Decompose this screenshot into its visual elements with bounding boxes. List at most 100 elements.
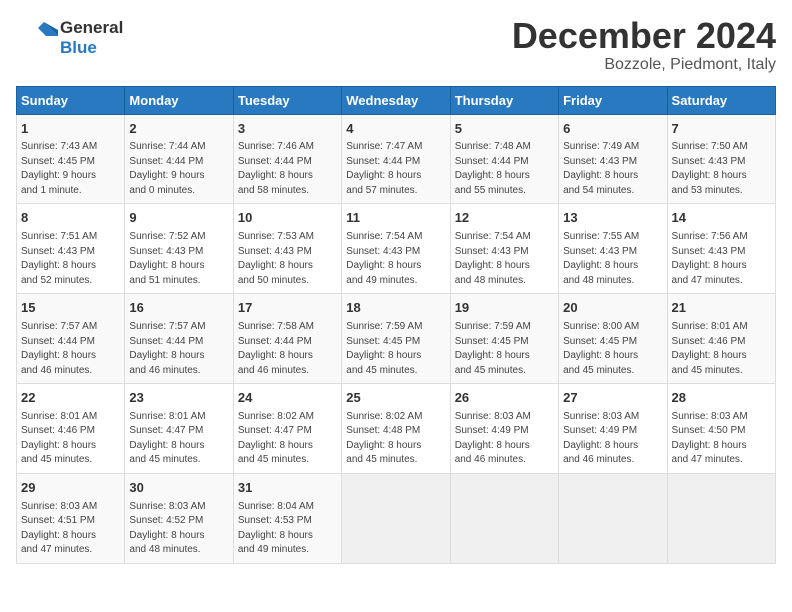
calendar-cell: 14 Sunrise: 7:56 AM Sunset: 4:43 PM Dayli… <box>667 204 775 294</box>
logo-blue: Blue <box>60 38 123 58</box>
calendar-week-row: 15 Sunrise: 7:57 AM Sunset: 4:44 PM Dayli… <box>17 294 776 384</box>
weekday-header: Monday <box>125 86 233 114</box>
logo-text-block: General Blue <box>60 18 123 57</box>
calendar-week-row: 29 Sunrise: 8:03 AM Sunset: 4:51 PM Dayli… <box>17 473 776 563</box>
calendar-cell: 3Sunrise: 7:46 AM Sunset: 4:44 PM Daylig… <box>233 114 341 204</box>
calendar-cell: 28Sunrise: 8:03 AM Sunset: 4:50 PM Dayli… <box>667 384 775 474</box>
day-info: Sunrise: 8:03 AM Sunset: 4:52 PM Dayligh… <box>129 500 228 558</box>
calendar-cell: 20 Sunrise: 8:00 AM Sunset: 4:45 PM Dayli… <box>559 294 667 384</box>
day-info: Sunrise: 7:55 AM Sunset: 4:43 PM Dayligh… <box>563 230 662 288</box>
day-number: 1 <box>21 120 120 139</box>
calendar-cell <box>342 473 450 563</box>
calendar-cell: 2Sunrise: 7:44 AM Sunset: 4:44 PM Daylig… <box>125 114 233 204</box>
day-number: 5 <box>455 120 554 139</box>
calendar-cell: 9 Sunrise: 7:52 AM Sunset: 4:43 PM Daylig… <box>125 204 233 294</box>
calendar-cell: 29 Sunrise: 8:03 AM Sunset: 4:51 PM Dayli… <box>17 473 125 563</box>
calendar-cell: 18 Sunrise: 7:59 AM Sunset: 4:45 PM Dayli… <box>342 294 450 384</box>
logo-bird-icon <box>16 16 60 60</box>
title-block: December 2024 Bozzole, Piedmont, Italy <box>512 16 776 74</box>
weekday-header: Sunday <box>17 86 125 114</box>
calendar-cell: 4Sunrise: 7:47 AM Sunset: 4:44 PM Daylig… <box>342 114 450 204</box>
calendar-cell: 6Sunrise: 7:49 AM Sunset: 4:43 PM Daylig… <box>559 114 667 204</box>
day-info: Sunrise: 7:57 AM Sunset: 4:44 PM Dayligh… <box>21 320 120 378</box>
calendar-table: SundayMondayTuesdayWednesdayThursdayFrid… <box>16 86 776 564</box>
location-subtitle: Bozzole, Piedmont, Italy <box>512 56 776 74</box>
calendar-cell: 16 Sunrise: 7:57 AM Sunset: 4:44 PM Dayli… <box>125 294 233 384</box>
day-info: Sunrise: 8:03 AM Sunset: 4:49 PM Dayligh… <box>563 410 662 468</box>
logo-container <box>16 16 60 60</box>
day-info: Sunrise: 7:56 AM Sunset: 4:43 PM Dayligh… <box>672 230 771 288</box>
day-info: Sunrise: 7:57 AM Sunset: 4:44 PM Dayligh… <box>129 320 228 378</box>
day-info: Sunrise: 8:01 AM Sunset: 4:47 PM Dayligh… <box>129 410 228 468</box>
day-number: 29 <box>21 479 120 498</box>
calendar-cell: 7Sunrise: 7:50 AM Sunset: 4:43 PM Daylig… <box>667 114 775 204</box>
day-number: 9 <box>129 209 228 228</box>
day-number: 15 <box>21 299 120 318</box>
calendar-cell: 17Sunrise: 7:58 AM Sunset: 4:44 PM Dayli… <box>233 294 341 384</box>
day-number: 26 <box>455 389 554 408</box>
day-number: 24 <box>238 389 337 408</box>
calendar-week-row: 22 Sunrise: 8:01 AM Sunset: 4:46 PM Dayli… <box>17 384 776 474</box>
day-info: Sunrise: 7:51 AM Sunset: 4:43 PM Dayligh… <box>21 230 120 288</box>
day-number: 16 <box>129 299 228 318</box>
day-info: Sunrise: 7:53 AM Sunset: 4:43 PM Dayligh… <box>238 230 337 288</box>
calendar-week-row: 8 Sunrise: 7:51 AM Sunset: 4:43 PM Daylig… <box>17 204 776 294</box>
calendar-cell: 10 Sunrise: 7:53 AM Sunset: 4:43 PM Dayli… <box>233 204 341 294</box>
weekday-header: Wednesday <box>342 86 450 114</box>
day-info: Sunrise: 8:03 AM Sunset: 4:49 PM Dayligh… <box>455 410 554 468</box>
day-number: 18 <box>346 299 445 318</box>
weekday-header: Tuesday <box>233 86 341 114</box>
day-info: Sunrise: 7:47 AM Sunset: 4:44 PM Dayligh… <box>346 140 445 198</box>
day-number: 14 <box>672 209 771 228</box>
day-info: Sunrise: 7:59 AM Sunset: 4:45 PM Dayligh… <box>346 320 445 378</box>
day-number: 4 <box>346 120 445 139</box>
calendar-cell <box>559 473 667 563</box>
calendar-cell: 22 Sunrise: 8:01 AM Sunset: 4:46 PM Dayli… <box>17 384 125 474</box>
day-info: Sunrise: 8:00 AM Sunset: 4:45 PM Dayligh… <box>563 320 662 378</box>
calendar-cell: 31 Sunrise: 8:04 AM Sunset: 4:53 PM Dayli… <box>233 473 341 563</box>
day-number: 30 <box>129 479 228 498</box>
day-number: 22 <box>21 389 120 408</box>
logo-general: General <box>60 18 123 38</box>
calendar-week-row: 1Sunrise: 7:43 AM Sunset: 4:45 PM Daylig… <box>17 114 776 204</box>
calendar-cell: 26 Sunrise: 8:03 AM Sunset: 4:49 PM Dayli… <box>450 384 558 474</box>
calendar-cell: 23 Sunrise: 8:01 AM Sunset: 4:47 PM Dayli… <box>125 384 233 474</box>
day-number: 31 <box>238 479 337 498</box>
day-number: 23 <box>129 389 228 408</box>
calendar-cell: 30 Sunrise: 8:03 AM Sunset: 4:52 PM Dayli… <box>125 473 233 563</box>
day-number: 10 <box>238 209 337 228</box>
day-info: Sunrise: 8:04 AM Sunset: 4:53 PM Dayligh… <box>238 500 337 558</box>
day-info: Sunrise: 8:01 AM Sunset: 4:46 PM Dayligh… <box>21 410 120 468</box>
logo: General Blue <box>16 16 123 60</box>
calendar-cell: 5Sunrise: 7:48 AM Sunset: 4:44 PM Daylig… <box>450 114 558 204</box>
day-info: Sunrise: 7:52 AM Sunset: 4:43 PM Dayligh… <box>129 230 228 288</box>
day-info: Sunrise: 7:46 AM Sunset: 4:44 PM Dayligh… <box>238 140 337 198</box>
day-number: 8 <box>21 209 120 228</box>
calendar-cell <box>450 473 558 563</box>
day-info: Sunrise: 7:44 AM Sunset: 4:44 PM Dayligh… <box>129 140 228 198</box>
day-number: 19 <box>455 299 554 318</box>
day-info: Sunrise: 8:03 AM Sunset: 4:51 PM Dayligh… <box>21 500 120 558</box>
day-info: Sunrise: 7:54 AM Sunset: 4:43 PM Dayligh… <box>455 230 554 288</box>
day-number: 27 <box>563 389 662 408</box>
month-title: December 2024 <box>512 16 776 56</box>
day-number: 20 <box>563 299 662 318</box>
day-info: Sunrise: 8:03 AM Sunset: 4:50 PM Dayligh… <box>672 410 771 468</box>
day-number: 3 <box>238 120 337 139</box>
calendar-cell: 15 Sunrise: 7:57 AM Sunset: 4:44 PM Dayli… <box>17 294 125 384</box>
day-number: 13 <box>563 209 662 228</box>
page-header: General Blue December 2024 Bozzole, Pied… <box>16 16 776 74</box>
calendar-cell: 24Sunrise: 8:02 AM Sunset: 4:47 PM Dayli… <box>233 384 341 474</box>
calendar-cell: 1Sunrise: 7:43 AM Sunset: 4:45 PM Daylig… <box>17 114 125 204</box>
day-number: 11 <box>346 209 445 228</box>
day-info: Sunrise: 7:50 AM Sunset: 4:43 PM Dayligh… <box>672 140 771 198</box>
day-number: 12 <box>455 209 554 228</box>
day-number: 7 <box>672 120 771 139</box>
weekday-header: Friday <box>559 86 667 114</box>
day-number: 21 <box>672 299 771 318</box>
calendar-cell: 27 Sunrise: 8:03 AM Sunset: 4:49 PM Dayli… <box>559 384 667 474</box>
day-info: Sunrise: 7:58 AM Sunset: 4:44 PM Dayligh… <box>238 320 337 378</box>
day-info: Sunrise: 8:01 AM Sunset: 4:46 PM Dayligh… <box>672 320 771 378</box>
day-number: 6 <box>563 120 662 139</box>
weekday-header: Thursday <box>450 86 558 114</box>
